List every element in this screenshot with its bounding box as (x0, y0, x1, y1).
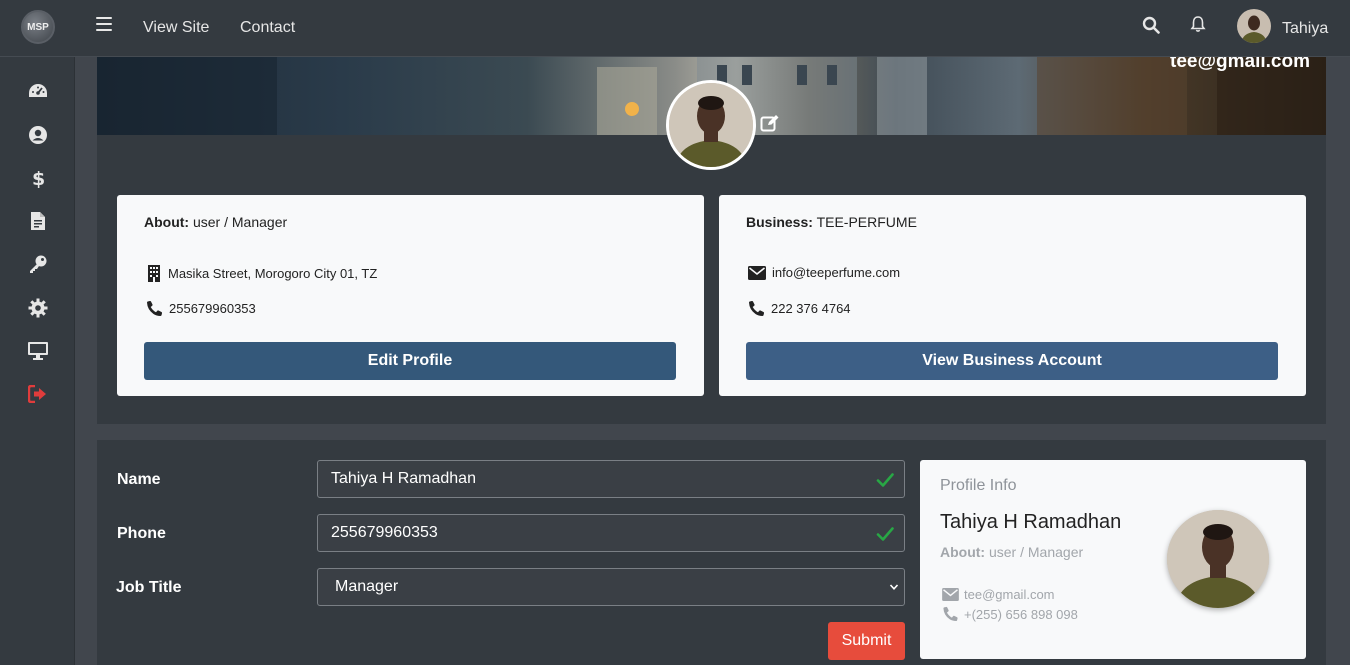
edit-photo-icon[interactable] (760, 114, 780, 132)
edit-profile-button[interactable]: Edit Profile (144, 342, 676, 380)
profile-info-email: tee@gmail.com (964, 587, 1055, 602)
valid-check-icon (876, 473, 894, 487)
chevron-down-icon (889, 584, 899, 590)
job-title-label: Job Title (116, 579, 182, 596)
about-line: About: user / Manager (144, 214, 287, 230)
phone-icon (749, 300, 765, 316)
valid-check-icon (876, 527, 894, 541)
profile-info-phone: +(255) 656 898 098 (964, 606, 1078, 622)
business-value: TEE-PERFUME (816, 214, 917, 230)
profile-info-name: Tahiya H Ramadhan (940, 511, 1122, 533)
phone-icon (943, 606, 958, 622)
phone-line: 255679960353 (146, 300, 256, 317)
submit-button[interactable]: Submit (828, 622, 905, 660)
job-title-select[interactable]: Manager (317, 568, 905, 606)
profile-info-phone-line: +(255) 656 898 098 (942, 606, 1078, 622)
profile-info-about: About: user / Manager (940, 544, 1083, 560)
business-card: Business: TEE-PERFUME info@teeperfume.co… (719, 195, 1306, 396)
phone-label: Phone (117, 525, 166, 542)
profile-info-about-value: user / Manager (988, 544, 1084, 560)
profile-info-avatar (1167, 510, 1269, 608)
name-label: Name (117, 471, 161, 488)
top-navbar: MSP View Site Contact Tahiya (0, 0, 1350, 57)
phone-input[interactable] (317, 514, 905, 552)
business-phone-line: 222 376 4764 (748, 300, 851, 317)
business-email-text[interactable]: info@teeperfume.com (772, 265, 900, 280)
logo[interactable]: MSP (21, 10, 55, 44)
logo-text: MSP (27, 21, 49, 33)
job-title-value: Manager (335, 578, 399, 595)
logout-icon[interactable] (27, 383, 49, 405)
dollar-icon[interactable]: $ (27, 167, 49, 189)
envelope-icon (942, 588, 959, 601)
profile-info-about-label: About: (940, 544, 986, 560)
nav-link-view-site[interactable]: View Site (143, 19, 209, 37)
business-phone-text: 222 376 4764 (771, 301, 851, 316)
address-line: Masika Street, Morogoro City 01, TZ (146, 265, 377, 282)
username-label[interactable]: Tahiya (1282, 20, 1328, 38)
banner-email: tee@gmail.com (1170, 57, 1310, 72)
profile-info-heading: Profile Info (940, 477, 1017, 494)
business-label: Business: (746, 214, 813, 230)
view-business-account-button[interactable]: View Business Account (746, 342, 1278, 380)
profile-picture (666, 80, 756, 170)
dashboard-icon[interactable] (27, 81, 49, 103)
search-icon[interactable] (1142, 16, 1160, 34)
monitor-icon[interactable] (27, 340, 49, 362)
phone-icon (147, 300, 163, 316)
user-avatar[interactable] (1237, 9, 1271, 43)
nav-link-contact[interactable]: Contact (240, 19, 295, 37)
about-card: About: user / Manager Masika Street, Mor… (117, 195, 704, 396)
about-label: About: (144, 214, 190, 230)
svg-text:$: $ (32, 168, 45, 189)
about-value: user / Manager (192, 214, 288, 230)
name-input[interactable] (317, 460, 905, 498)
envelope-icon (748, 265, 766, 280)
phone-text: 255679960353 (169, 301, 256, 316)
building-icon (148, 265, 160, 282)
profile-info-card: Profile Info Tahiya H Ramadhan About: us… (920, 460, 1306, 659)
business-line: Business: TEE-PERFUME (746, 214, 917, 230)
gear-icon[interactable] (27, 297, 49, 319)
sidebar: $ (0, 57, 75, 665)
key-icon[interactable] (27, 253, 49, 275)
hamburger-menu-icon[interactable] (96, 17, 112, 31)
file-icon[interactable] (27, 210, 49, 232)
user-circle-icon[interactable] (27, 124, 49, 146)
profile-info-email-line: tee@gmail.com (942, 587, 1055, 602)
address-text: Masika Street, Morogoro City 01, TZ (168, 266, 378, 281)
business-email-line: info@teeperfume.com (748, 265, 900, 280)
bell-icon[interactable] (1190, 15, 1206, 33)
